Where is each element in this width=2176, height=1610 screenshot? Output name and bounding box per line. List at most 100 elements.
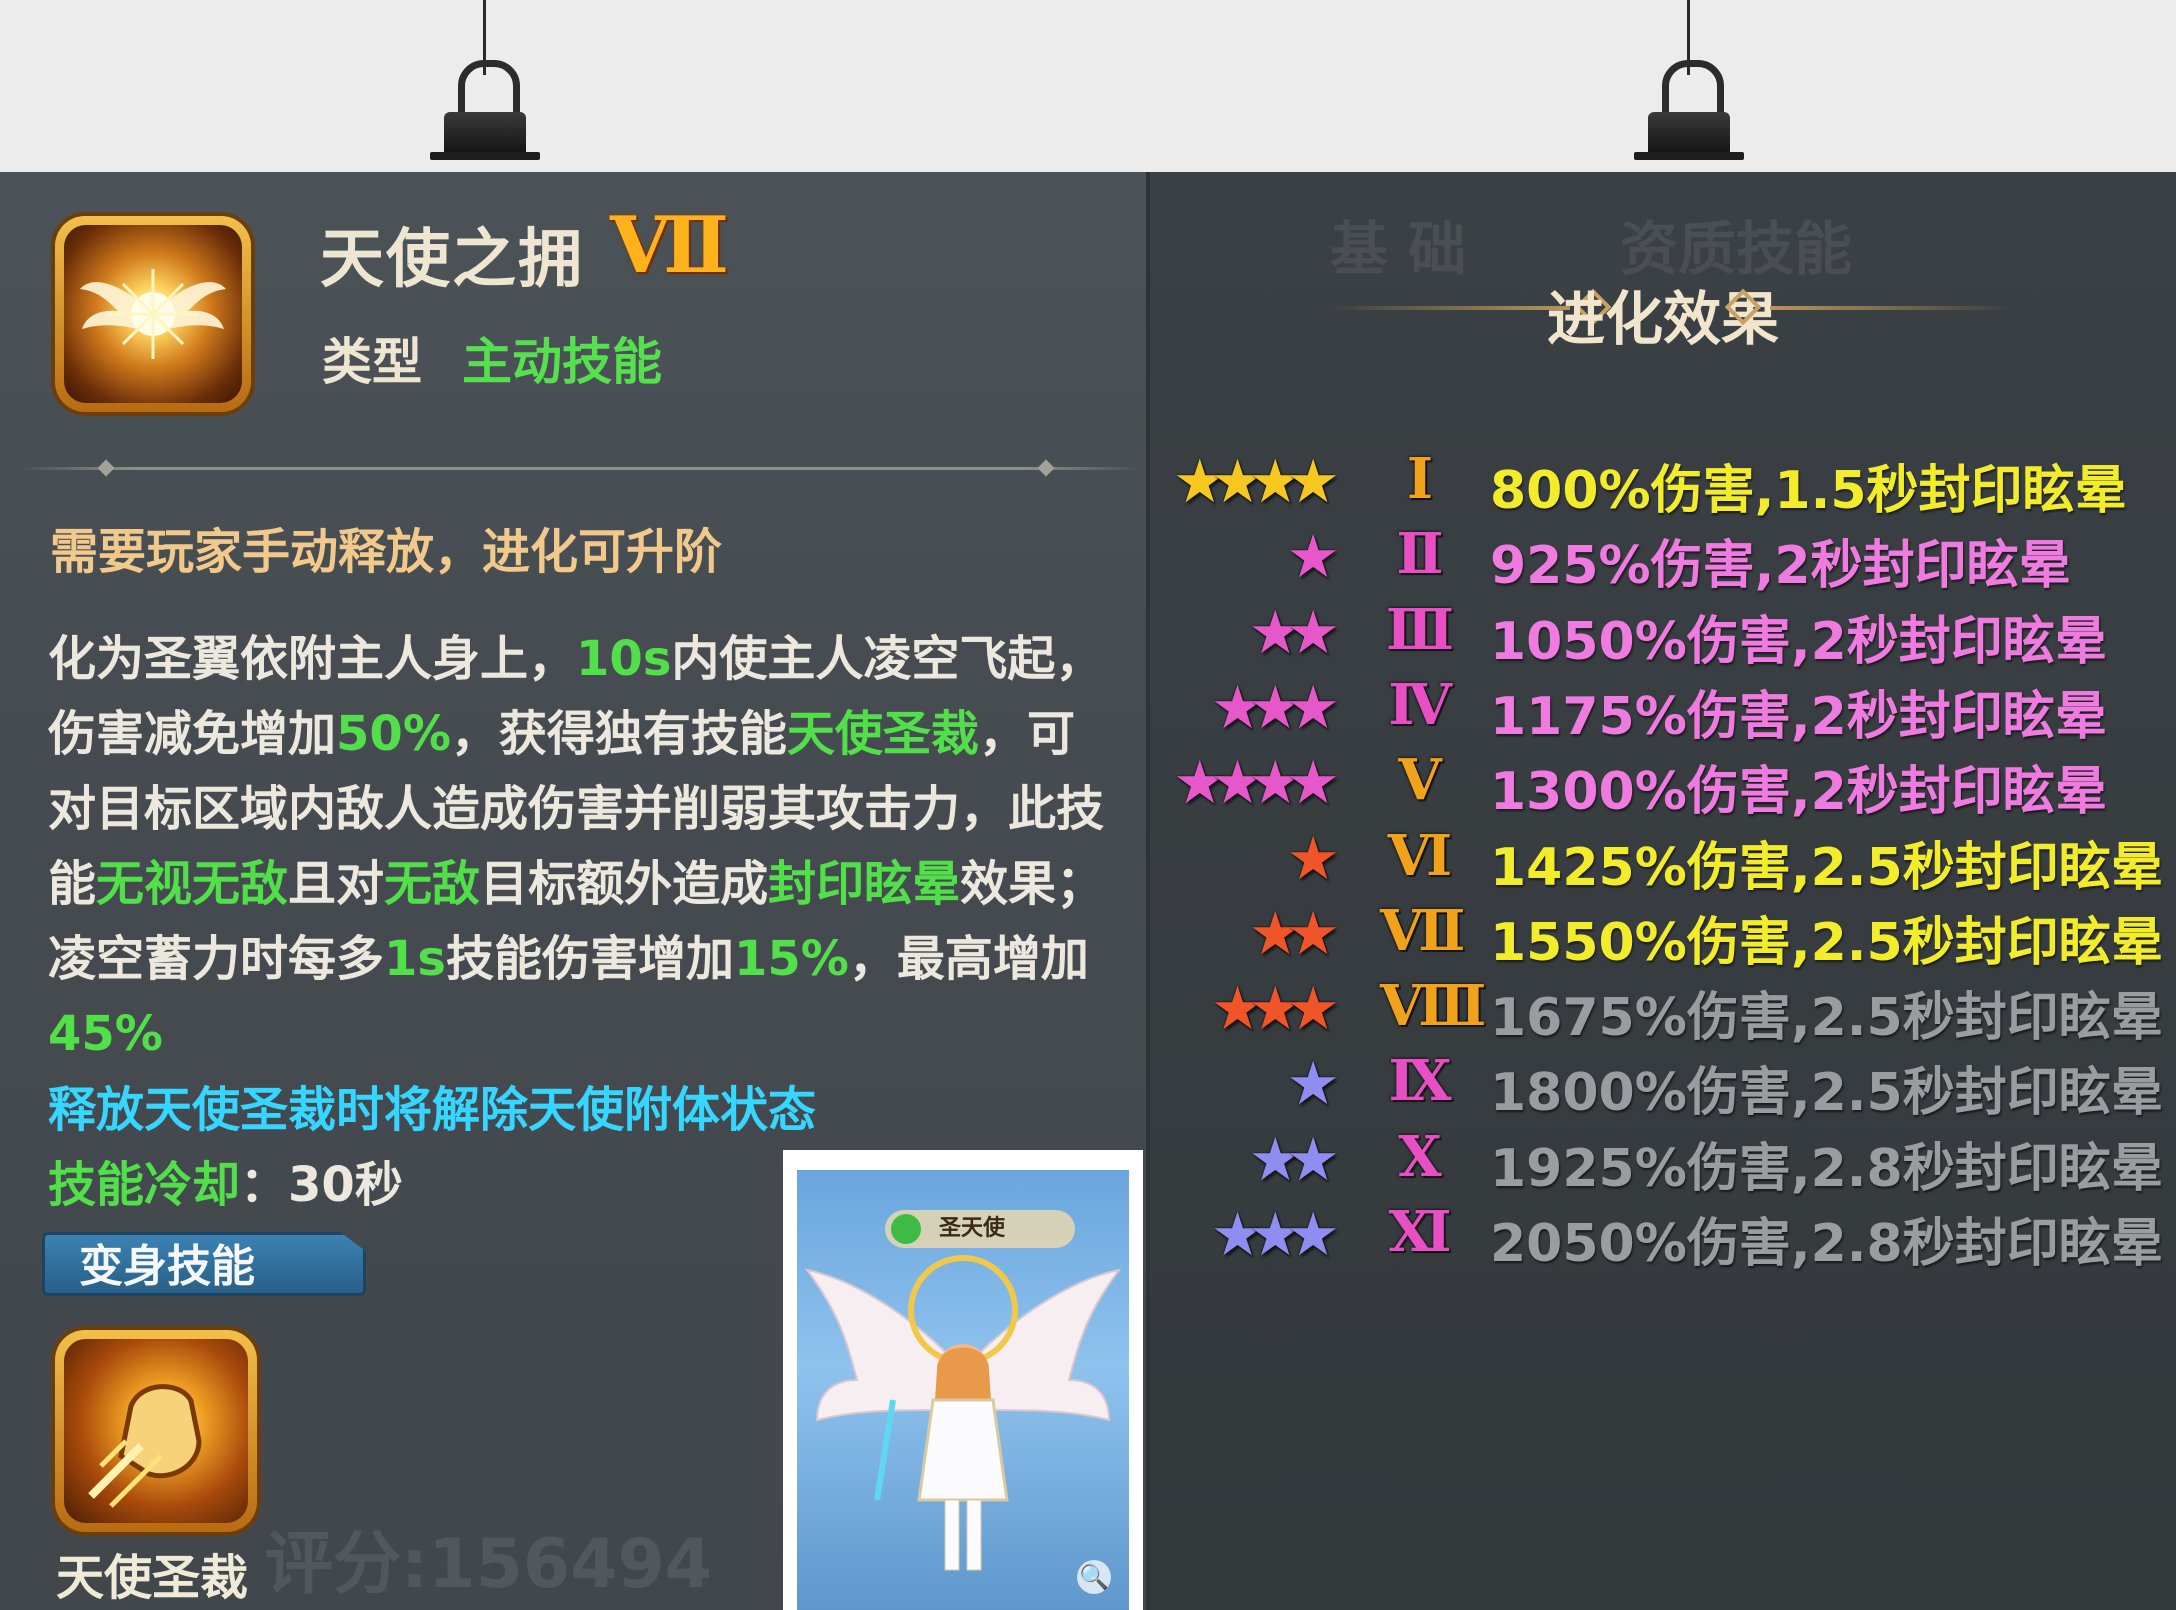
divider	[20, 467, 1140, 470]
description-highlight: 天使圣裁	[786, 706, 979, 762]
evolution-level: Ⅶ	[1380, 897, 1466, 964]
evolution-row: ★ Ⅸ 1800%伤害,2.5秒封印眩晕	[1150, 1046, 2176, 1123]
description-highlight: 45%	[48, 1006, 163, 1062]
star-icon: ★	[1286, 1200, 1340, 1270]
evolution-row: ★ Ⅵ 1425%伤害,2.5秒封印眩晕	[1150, 821, 2176, 898]
skill-description: 化为圣翼依附主人身上，10s内使主人凌空飞起，伤害减免增加50%，获得独有技能天…	[48, 622, 1108, 1072]
evolution-effect: 1550%伤害,2.5秒封印眩晕	[1490, 912, 2163, 973]
description-text: 化为圣翼依附主人身上，	[48, 631, 577, 687]
description-highlight: 10s	[576, 631, 672, 687]
background-score-text: 评分:156494	[265, 1525, 713, 1604]
evolution-title: 进化效果	[1546, 285, 1779, 353]
cooldown-label: 技能冷却	[48, 1157, 241, 1213]
evolution-level: Ⅸ	[1388, 1048, 1452, 1115]
cooldown-value: ：30秒	[240, 1157, 403, 1213]
star-rating: ★ ★ ★	[1211, 974, 1340, 1045]
evolution-level: Ⅰ	[1406, 446, 1434, 512]
evolution-row: ★ Ⅱ 925%伤害,2秒封印眩晕	[1150, 519, 2176, 596]
description-highlight: 50%	[336, 706, 451, 762]
star-rating: ★	[1286, 829, 1340, 889]
evolution-effect: 1175%伤害,2秒封印眩晕	[1490, 686, 2107, 747]
divider-ornament	[1037, 459, 1055, 477]
star-icon: ★	[1286, 748, 1340, 819]
evolution-row: ★ ★ ★ Ⅺ 2050%伤害,2.8秒封印眩晕	[1150, 1197, 2176, 1274]
star-rating: ★ ★	[1248, 1124, 1340, 1195]
description-highlight: 无视无敌	[96, 856, 289, 912]
star-rating: ★ ★ ★ ★	[1173, 748, 1340, 819]
evolution-row: ★ ★ ★ Ⅳ 1175%伤害,2秒封印眩晕	[1150, 670, 2176, 747]
star-rating: ★	[1286, 527, 1340, 587]
description-text: 目标额外造成	[480, 856, 769, 912]
star-icon: ★	[1286, 1049, 1340, 1120]
fist-icon	[88, 1384, 202, 1508]
description-highlight: 15%	[734, 931, 849, 987]
star-icon: ★	[1286, 447, 1340, 517]
star-icon: ★	[1286, 1124, 1340, 1195]
zoom-icon[interactable]: 🔍	[1077, 1560, 1111, 1594]
skill-card: 评分:156494 天使之拥 Ⅶ 类型 主动技能 需要玩家手动释放，进化可升阶 …	[0, 172, 2176, 1610]
evolution-row: ★ ★ Ⅲ 1050%伤害,2秒封印眩晕	[1150, 595, 2176, 672]
skill-level-roman: Ⅶ	[610, 200, 729, 291]
description-text: ，获得独有技能	[450, 706, 787, 762]
star-rating: ★	[1286, 1054, 1340, 1114]
evolution-level: Ⅺ	[1388, 1199, 1452, 1265]
star-icon: ★	[1286, 597, 1340, 668]
transform-skill-tab[interactable]: 变身技能	[42, 1232, 366, 1296]
binder-clip-icon	[1634, 60, 1744, 160]
star-icon: ★	[1286, 672, 1340, 743]
evolution-level: Ⅳ	[1388, 671, 1452, 738]
sub-skill-name: 天使圣裁	[56, 1550, 249, 1606]
divider-ornament	[97, 459, 115, 477]
evolution-level: Ⅴ	[1398, 747, 1442, 814]
star-rating: ★ ★	[1248, 597, 1340, 668]
evolution-row: ★ ★ ★ ★ Ⅰ 800%伤害,1.5秒封印眩晕	[1150, 444, 2176, 521]
evolution-effect: 1925%伤害,2.8秒封印眩晕	[1490, 1138, 2163, 1199]
evolution-effect: 1800%伤害,2.5秒封印眩晕	[1490, 1063, 2163, 1124]
star-rating: ★ ★ ★ ★	[1173, 447, 1340, 517]
evolution-level: Ⅷ	[1380, 973, 1487, 1040]
evolution-level: Ⅹ	[1398, 1123, 1442, 1190]
wings-icon	[80, 269, 226, 359]
evolution-row: ★ ★ Ⅶ 1550%伤害,2.5秒封印眩晕	[1150, 896, 2176, 973]
description-highlight: 封印眩晕	[768, 856, 961, 912]
character-scene: 圣天使 🔍	[797, 1170, 1129, 1610]
evolution-level: Ⅱ	[1396, 521, 1444, 588]
star-icon: ★	[1286, 974, 1340, 1045]
description-highlight: 1s	[384, 931, 446, 987]
evolution-effect: 1675%伤害,2.5秒封印眩晕	[1490, 988, 2163, 1049]
evolution-level: Ⅵ	[1387, 822, 1453, 889]
description-highlight: 无敌	[384, 856, 481, 912]
release-note: 需要玩家手动释放，进化可升阶	[50, 524, 723, 580]
evolution-effect: 1050%伤害,2秒封印眩晕	[1490, 611, 2107, 672]
character-photo[interactable]: 圣天使 🔍	[783, 1150, 1143, 1610]
skill-type-label: 类型	[322, 333, 422, 391]
star-rating: ★ ★	[1248, 898, 1340, 969]
star-rating: ★ ★ ★	[1211, 1200, 1340, 1270]
evolution-effect: 800%伤害,1.5秒封印眩晕	[1490, 461, 2127, 521]
evolution-panel: 基 础 资质技能 进化效果 ★ ★ ★ ★ Ⅰ 800%伤害,1.5秒封印眩晕 ★ Ⅱ 925%…	[1150, 172, 2176, 1610]
sub-skill-icon-angel-judgment[interactable]	[55, 1330, 257, 1532]
evolution-effect: 925%伤害,2秒封印眩晕	[1490, 536, 2071, 597]
evolution-level: Ⅲ	[1385, 596, 1455, 663]
header-line-right	[1770, 306, 2010, 310]
evolution-row: ★ ★ ★ Ⅷ 1675%伤害,2.5秒封印眩晕	[1150, 971, 2176, 1048]
evolution-effect: 2050%伤害,2.8秒封印眩晕	[1490, 1214, 2163, 1274]
evolution-effect: 1425%伤害,2.5秒封印眩晕	[1490, 837, 2163, 898]
star-icon: ★	[1286, 823, 1340, 894]
skill-type-value: 主动技能	[462, 333, 662, 391]
warning-text: 释放天使圣裁时将解除天使附体状态	[48, 1082, 817, 1138]
evolution-effect: 1300%伤害,2秒封印眩晕	[1490, 762, 2107, 823]
skill-icon-angel-wings[interactable]	[55, 216, 251, 412]
angel-character-icon	[804, 1255, 1122, 1571]
description-text: 且对	[288, 856, 385, 912]
skill-title: 天使之拥	[320, 223, 584, 297]
description-text: 技能伤害增加	[445, 931, 734, 987]
cooldown-line: 技能冷却：30秒	[48, 1145, 403, 1215]
star-icon: ★	[1286, 898, 1340, 969]
evolution-row: ★ ★ Ⅹ 1925%伤害,2.8秒封印眩晕	[1150, 1122, 2176, 1199]
binder-clip-icon	[430, 60, 540, 160]
evolution-row: ★ ★ ★ ★ Ⅴ 1300%伤害,2秒封印眩晕	[1150, 745, 2176, 822]
star-icon: ★	[1286, 522, 1340, 593]
description-text: ，最高增加	[848, 931, 1089, 987]
star-rating: ★ ★ ★	[1211, 672, 1340, 743]
